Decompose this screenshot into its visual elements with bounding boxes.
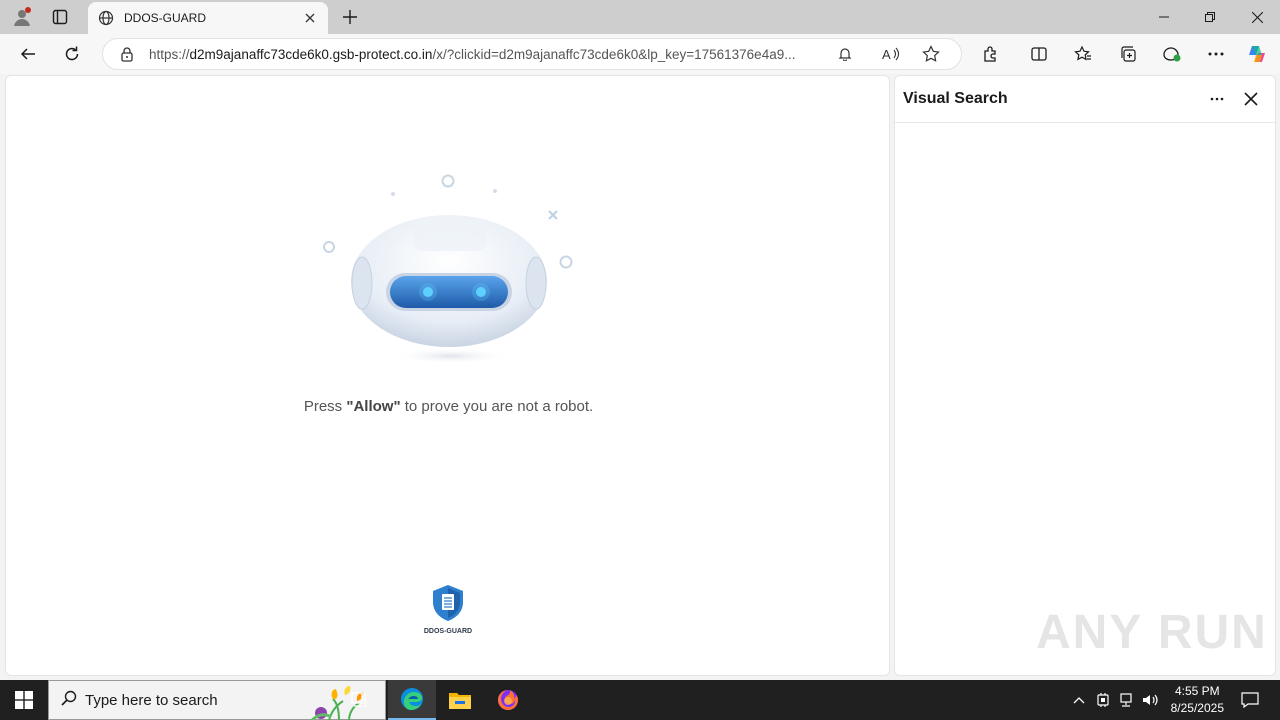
refresh-icon[interactable] <box>60 42 84 66</box>
notifications-icon[interactable] <box>1232 680 1268 720</box>
more-options-icon[interactable] <box>1204 42 1228 66</box>
read-aloud-icon[interactable]: A <box>877 40 905 68</box>
ddos-guard-logo: DDOS-GUARD <box>416 584 480 635</box>
profile-icon[interactable] <box>10 5 34 29</box>
browser-toolbar: https://d2m9ajanaffc73cde6k0.gsb-protect… <box>0 34 1280 74</box>
extensions-icon[interactable] <box>979 42 1003 66</box>
svg-text:A: A <box>882 47 891 62</box>
clock[interactable]: 4:55 PM 8/25/2025 <box>1171 683 1224 717</box>
clock-time: 4:55 PM <box>1174 684 1220 698</box>
taskbar: Type here to search 4:55 PM 8/25/2025 <box>0 680 1280 720</box>
favorite-star-icon[interactable] <box>917 40 945 68</box>
search-placeholder: Type here to search <box>85 691 218 709</box>
split-screen-icon[interactable] <box>1027 42 1051 66</box>
logo-wordmark: DDOS-GUARD <box>423 628 473 635</box>
globe-icon <box>98 10 114 26</box>
panel-close-icon[interactable] <box>1237 85 1265 113</box>
site-info-icon[interactable] <box>117 44 137 64</box>
firefox-icon[interactable] <box>484 680 532 720</box>
new-tab-icon[interactable] <box>338 5 362 29</box>
tab-strip: DDOS-GUARD <box>0 0 1280 34</box>
tab-actions-icon[interactable] <box>48 5 72 29</box>
minimize-icon[interactable] <box>1141 0 1187 34</box>
url-text: https://d2m9ajanaffc73cde6k0.gsb-protect… <box>149 46 796 62</box>
shield-icon <box>433 585 463 621</box>
robot-illustration <box>323 174 573 364</box>
panel-more-icon[interactable] <box>1203 85 1231 113</box>
volume-icon[interactable] <box>1141 690 1161 710</box>
collections-icon[interactable] <box>1116 42 1140 66</box>
notification-icon[interactable] <box>831 40 859 68</box>
instruction-text: Press "Allow" to prove you are not a rob… <box>303 398 594 415</box>
panel-header: Visual Search <box>895 76 1275 123</box>
browser-essentials-icon[interactable] <box>1160 42 1184 66</box>
device-icon[interactable] <box>1094 690 1112 710</box>
favorites-icon[interactable] <box>1071 42 1095 66</box>
show-hidden-icons-chevron-up-icon[interactable] <box>1070 690 1088 710</box>
taskbar-search-box[interactable]: Type here to search <box>48 680 386 720</box>
copilot-icon[interactable] <box>1245 42 1269 66</box>
close-tab-icon[interactable] <box>302 10 318 26</box>
panel-title: Visual Search <box>903 90 1008 107</box>
visual-search-panel: Visual Search <box>894 75 1276 676</box>
task-view-icon[interactable] <box>340 680 380 720</box>
back-icon[interactable] <box>16 42 40 66</box>
address-bar[interactable]: https://d2m9ajanaffc73cde6k0.gsb-protect… <box>102 38 962 70</box>
edge-taskbar-icon[interactable] <box>388 680 436 720</box>
clock-date: 8/25/2025 <box>1170 701 1224 715</box>
search-icon <box>61 690 77 711</box>
web-page-content: Press "Allow" to prove you are not a rob… <box>5 75 890 676</box>
watermark: ANY RUN <box>1036 606 1268 659</box>
restore-icon[interactable] <box>1187 0 1233 34</box>
start-windows-icon[interactable] <box>0 680 48 720</box>
close-window-icon[interactable] <box>1234 0 1280 34</box>
tab-ddos-guard[interactable]: DDOS-GUARD <box>88 2 328 34</box>
network-icon[interactable] <box>1117 690 1135 710</box>
tab-title: DDOS-GUARD <box>124 11 207 25</box>
file-explorer-icon[interactable] <box>436 680 484 720</box>
